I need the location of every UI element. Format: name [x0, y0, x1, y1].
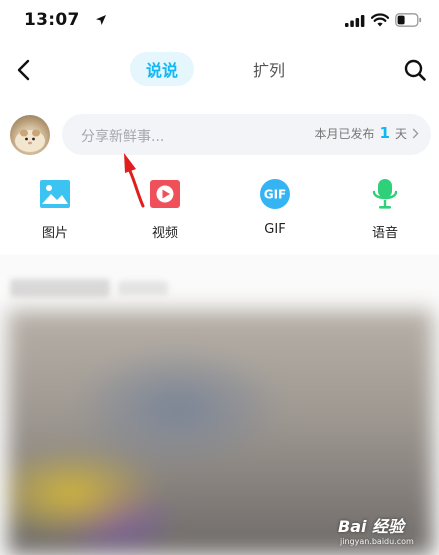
quick-actions: 图片 视频 GIF GIF 语音: [0, 178, 439, 248]
user-avatar[interactable]: [10, 115, 50, 155]
watermark-sub: jingyan.baidu.com: [340, 537, 414, 546]
stat-count: 1: [379, 124, 390, 142]
tab-shuoshuo[interactable]: 说说: [130, 52, 194, 86]
chevron-right-icon: [412, 128, 419, 138]
action-voice[interactable]: 语音: [345, 178, 425, 248]
feed-post-blurred[interactable]: [0, 255, 439, 555]
tab-kuolie[interactable]: 扩列: [240, 52, 298, 86]
action-video-label: 视频: [151, 226, 178, 241]
gif-icon: GIF: [260, 179, 290, 209]
microphone-icon: [372, 179, 398, 209]
stat-prefix: 本月已发布: [314, 126, 375, 141]
action-video[interactable]: 视频: [125, 178, 205, 248]
wifi-icon: [371, 13, 389, 27]
feed-time-placeholder: [118, 281, 168, 295]
baidu-jingyan-watermark: Bai 经验 jingyan.baidu.com: [338, 513, 438, 553]
feed-author-placeholder: [10, 279, 110, 297]
compose-placeholder: 分享新鲜事...: [81, 129, 165, 145]
back-arrow-icon[interactable]: [10, 56, 38, 84]
hamster-avatar-image: [15, 129, 45, 152]
top-nav: 说说 扩列: [0, 46, 439, 94]
svg-text:GIF: GIF: [264, 188, 287, 202]
image-icon: [40, 180, 70, 208]
location-arrow-icon: [96, 15, 106, 25]
action-image[interactable]: 图片: [15, 178, 95, 248]
stat-unit: 天: [394, 126, 407, 141]
video-icon: [150, 180, 180, 208]
action-gif-label: GIF: [264, 222, 286, 237]
status-time: 13:07: [24, 10, 80, 30]
action-gif[interactable]: GIF GIF: [235, 178, 315, 248]
action-image-label: 图片: [41, 226, 68, 241]
action-voice-label: 语音: [371, 226, 398, 241]
monthly-post-stat[interactable]: 本月已发布 1 天: [315, 124, 419, 142]
battery-icon: [395, 13, 422, 27]
watermark-main: Bai 经验: [338, 517, 405, 536]
compose-input[interactable]: 分享新鲜事... 本月已发布 1 天: [62, 114, 431, 155]
search-icon[interactable]: [401, 56, 429, 84]
signal-icon: [345, 15, 365, 27]
status-bar: 13:07: [0, 0, 439, 44]
